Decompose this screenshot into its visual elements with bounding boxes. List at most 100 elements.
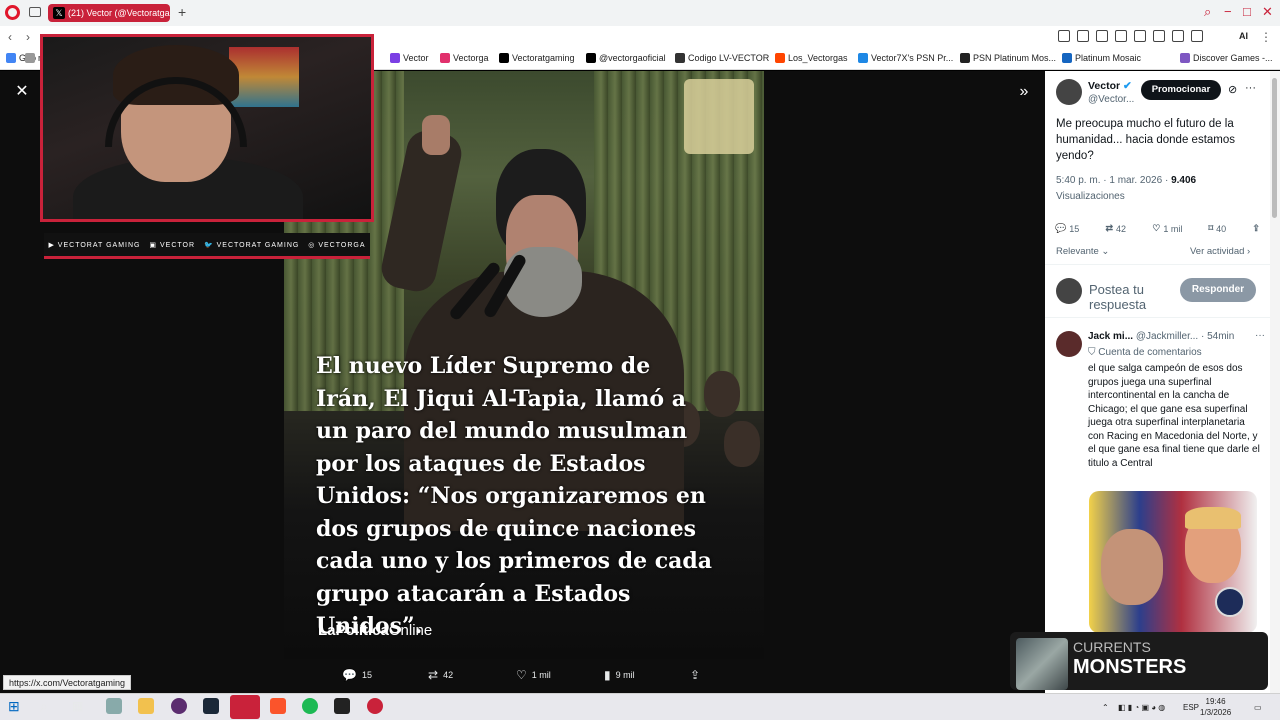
bookmark-item[interactable]: Platinum Mosaic <box>1062 53 1141 63</box>
image-brand: LaPolíticaOnline <box>318 622 433 639</box>
views-button[interactable]: ▮ 9 mil <box>604 668 635 682</box>
reply-submit-button[interactable]: Responder <box>1180 278 1256 302</box>
bookmark-favicon-icon <box>390 53 400 63</box>
reply-header: Jack mi... @Jackmiller... · 54min <box>1088 331 1234 342</box>
more-icon[interactable]: ··· <box>1245 82 1256 94</box>
bookmark-item[interactable]: Vector <box>390 53 429 63</box>
search-icon[interactable]: ⌕ <box>40 698 56 714</box>
brave-icon[interactable] <box>270 698 286 714</box>
bookmark-favicon-icon <box>499 53 509 63</box>
download-icon <box>1191 30 1203 42</box>
opera-logo-icon[interactable] <box>5 5 20 20</box>
sort-dropdown[interactable]: Relevante ⌄ <box>1056 246 1109 257</box>
system-clock[interactable]: 19:46 1/3/2026 <box>1200 696 1231 718</box>
repost-icon: ⇄ <box>1105 223 1113 233</box>
heart-icon <box>1134 30 1146 42</box>
taskbar <box>0 693 1280 720</box>
tray-chevron-icon[interactable]: ⌃ <box>1102 703 1109 712</box>
bookmark-item[interactable]: Vectoratgaming <box>499 53 575 63</box>
reply-button[interactable]: 💬 15 <box>342 668 372 682</box>
ai-button[interactable]: AI <box>1239 31 1248 41</box>
back-arrow-icon[interactable]: ‹ <box>8 30 12 44</box>
active-tab[interactable]: 𝕏 (21) Vector (@Vectoratgam <box>48 4 170 22</box>
close-icon[interactable]: ✕ <box>12 82 32 102</box>
bookmark-item[interactable]: PSN Platinum Mos... <box>960 53 1056 63</box>
bookmark-favicon-icon <box>1062 53 1072 63</box>
task-view-icon[interactable]: ▦ <box>72 698 88 714</box>
bookmark-label: Vectorga <box>453 53 489 63</box>
chevron-down-icon: ⌄ <box>1101 246 1110 257</box>
tweet-text: Me preocupa mucho el futuro de la humani… <box>1056 118 1236 162</box>
views-label: Visualizaciones <box>1056 191 1125 202</box>
spotify-icon[interactable] <box>302 698 318 714</box>
minimize-icon[interactable]: − <box>1224 4 1232 19</box>
reply-image[interactable] <box>1089 491 1257 633</box>
bookmark-favicon-icon <box>6 53 16 63</box>
author-avatar[interactable] <box>1056 79 1082 105</box>
bookmark-favicon-icon <box>440 53 450 63</box>
bookmark-item[interactable]: Los_Vectorgas <box>775 53 848 63</box>
obs-icon[interactable] <box>171 698 187 714</box>
share-button[interactable]: ⇪ <box>690 668 700 682</box>
windows-start-icon[interactable]: ⊞ <box>8 698 24 714</box>
reply-author[interactable]: Jack mi... <box>1088 331 1133 342</box>
steam-icon[interactable] <box>203 698 219 714</box>
clock-time: 19:46 <box>1205 697 1226 706</box>
tabs-menu-icon[interactable] <box>29 7 41 17</box>
now-playing-popup[interactable]: CURRENTS MONSTERS <box>1010 632 1268 690</box>
album-art <box>1016 638 1068 690</box>
search-icon[interactable]: ⌕ <box>1204 4 1211 20</box>
grok-icon[interactable]: ⊘ <box>1228 83 1237 96</box>
snapshot-icon <box>1077 30 1089 42</box>
bookmark-item[interactable]: Codigo LV-VECTOR <box>675 53 769 63</box>
opera-taskbar-icon[interactable] <box>230 695 260 719</box>
views-count: 9.406 <box>1171 175 1197 186</box>
forward-arrow-icon[interactable]: › <box>26 30 30 44</box>
reply-input[interactable]: Postea tu respuesta <box>1089 282 1171 312</box>
verified-icon: ✔ <box>1123 80 1132 92</box>
bookmark-label: Vectoratgaming <box>512 53 575 63</box>
repost-stat[interactable]: ⇄ 42 <box>1105 223 1126 234</box>
new-tab-button[interactable]: + <box>178 4 186 20</box>
like-button[interactable]: ♡ 1 mil <box>516 668 551 682</box>
bookmark-favicon-icon <box>586 53 596 63</box>
share-stat[interactable]: ⇪ <box>1252 223 1260 234</box>
bookmark-item[interactable]: Vectorga <box>440 53 489 63</box>
repost-button[interactable]: ⇄ 42 <box>428 668 453 682</box>
account-label: Cuenta de comentarios <box>1098 347 1202 358</box>
reply-text: el que salga campeón de esos dos grupos … <box>1088 363 1260 469</box>
language-indicator[interactable]: ESP <box>1183 703 1199 712</box>
like-stat[interactable]: ♡ 1 mil <box>1152 223 1182 234</box>
bookmark-item[interactable]: Vector7X's PSN Pr... <box>858 53 953 63</box>
app-icon[interactable] <box>367 698 383 714</box>
promote-button[interactable]: Promocionar <box>1141 80 1221 100</box>
notifications-icon[interactable]: ▭ <box>1254 703 1262 712</box>
webcam-overlay <box>40 34 374 222</box>
youtube-icon: ▶ VECTORAT GAMING <box>48 241 141 249</box>
menu-icon[interactable]: ⋮ <box>1260 30 1272 44</box>
bookmark-stat[interactable]: ⌑ 40 <box>1209 223 1227 234</box>
app-icon[interactable] <box>106 698 122 714</box>
more-icon[interactable]: ··· <box>1255 330 1265 341</box>
expand-icon[interactable]: » <box>1014 82 1034 102</box>
tray-icons[interactable]: ◧ ▮ ◔ ▣ ◕ ◍ <box>1118 703 1165 712</box>
bookmark-label: Los_Vectorgas <box>788 53 848 63</box>
close-window-icon[interactable]: ✕ <box>1262 4 1273 20</box>
shield-icon <box>1096 30 1108 42</box>
extension-icons[interactable] <box>1058 30 1203 44</box>
bookmark-item[interactable]: Discover Games -... <box>1180 53 1273 63</box>
reply-handle[interactable]: @Jackmiller... <box>1136 331 1198 342</box>
reply-avatar[interactable] <box>1056 331 1082 357</box>
bookmark-item[interactable]: @vectorgaoficial <box>586 53 666 63</box>
bookmark-item[interactable]: r <box>25 53 41 63</box>
view-activity-link[interactable]: Ver actividad › <box>1190 246 1250 257</box>
file-explorer-icon[interactable] <box>138 698 154 714</box>
maximize-icon[interactable]: □ <box>1243 4 1251 19</box>
app-icon[interactable] <box>334 698 350 714</box>
browser-tab-bar: 𝕏 (21) Vector (@Vectoratgam + ⌕ − □ ✕ <box>0 0 1280 26</box>
author-handle[interactable]: @Vector... <box>1088 94 1134 105</box>
scrollbar-thumb[interactable] <box>1272 78 1277 218</box>
reply-stat[interactable]: 💬 15 <box>1055 223 1079 234</box>
bookmark-label: Vector <box>403 53 429 63</box>
clock-date: 1/3/2026 <box>1200 708 1232 717</box>
